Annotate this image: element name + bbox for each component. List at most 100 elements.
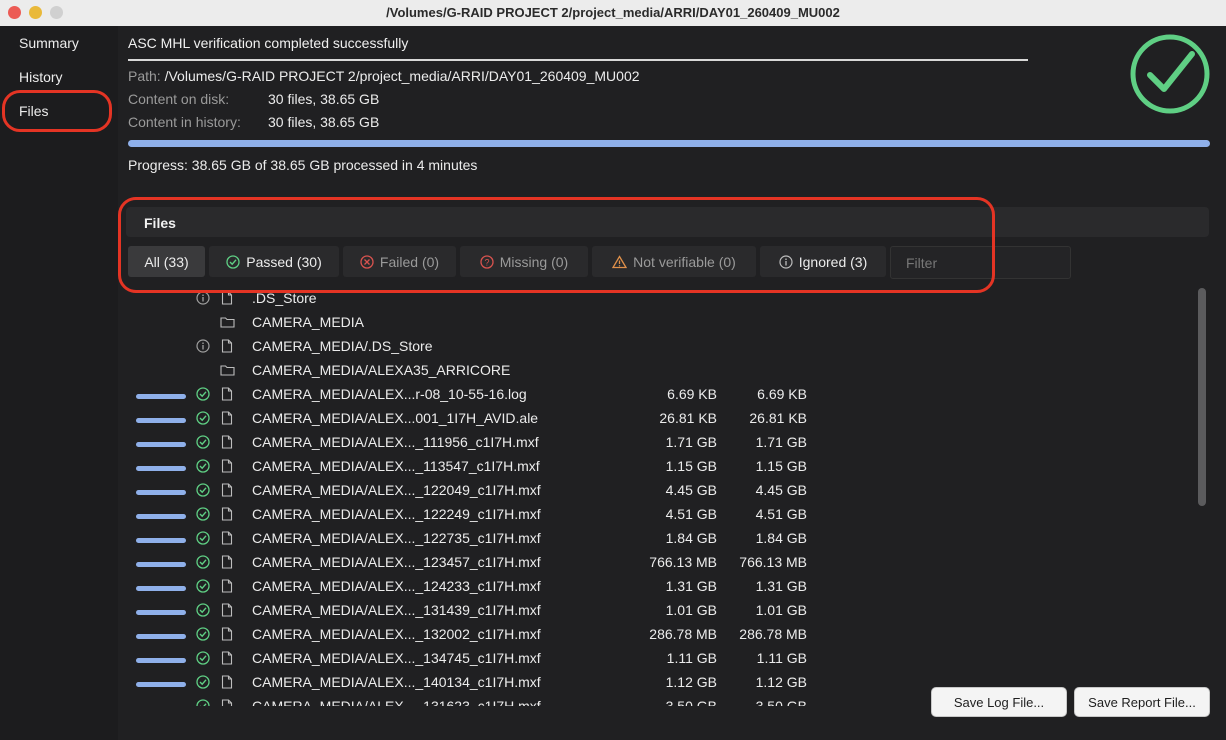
- file-row[interactable]: CAMERA_MEDIA/ALEX..._122249_c1I7H.mxf 4.5…: [118, 504, 1198, 528]
- path-value: /Volumes/G-RAID PROJECT 2/project_media/…: [164, 68, 640, 84]
- file-row[interactable]: CAMERA_MEDIA/ALEX..._123457_c1I7H.mxf 766…: [118, 552, 1198, 576]
- passed-check-icon: [196, 699, 210, 706]
- file-name: CAMERA_MEDIA/ALEX..._122249_c1I7H.mxf: [252, 506, 541, 522]
- list-scrollbar[interactable]: [1198, 288, 1206, 506]
- file-icon: [221, 555, 233, 569]
- file-row[interactable]: .DS_Store: [118, 288, 1198, 312]
- progress-bar: [128, 140, 1210, 147]
- file-row[interactable]: CAMERA_MEDIA: [118, 312, 1198, 336]
- file-size-history: 766.13 MB: [739, 554, 807, 570]
- folder-icon: [220, 365, 235, 376]
- verification-status: ASC MHL verification completed successfu…: [128, 35, 409, 51]
- file-size-history: 26.81 KB: [749, 410, 807, 426]
- file-name: .DS_Store: [252, 290, 317, 306]
- file-name: CAMERA_MEDIA/ALEX..._134745_c1I7H.mxf: [252, 650, 541, 666]
- file-progress-bar: [136, 562, 186, 567]
- file-row[interactable]: CAMERA_MEDIA/ALEX..._132002_c1I7H.mxf 286…: [118, 624, 1198, 648]
- tab-all-label: All (33): [144, 253, 189, 270]
- title-bar: /Volumes/G-RAID PROJECT 2/project_media/…: [0, 0, 1226, 27]
- tab-failed[interactable]: Failed (0): [343, 246, 456, 277]
- file-size-disk: 26.81 KB: [659, 410, 717, 426]
- tab-all[interactable]: All (33): [128, 246, 205, 277]
- file-list: .DS_Store CAMERA_MEDIA CAMERA_MEDIA/.DS_St…: [118, 288, 1198, 706]
- file-name: CAMERA_MEDIA/ALEX..._124233_c1I7H.mxf: [252, 578, 541, 594]
- file-icon: [221, 531, 233, 545]
- passed-check-icon: [196, 651, 210, 665]
- file-row[interactable]: CAMERA_MEDIA/.DS_Store: [118, 336, 1198, 360]
- history-value: 30 files, 38.65 GB: [268, 114, 380, 130]
- save-report-button[interactable]: Save Report File...: [1074, 687, 1210, 717]
- file-size-disk: 286.78 MB: [649, 626, 717, 642]
- disk-value: 30 files, 38.65 GB: [268, 91, 380, 107]
- file-name: CAMERA_MEDIA/ALEX..._113547_c1I7H.mxf: [252, 458, 540, 474]
- file-row[interactable]: CAMERA_MEDIA/ALEX..._122049_c1I7H.mxf 4.4…: [118, 480, 1198, 504]
- success-check-icon: [1130, 34, 1210, 114]
- file-progress-bar: [136, 418, 186, 423]
- file-icon: [221, 699, 233, 706]
- info-icon: [779, 254, 793, 269]
- tab-passed-label: Passed (30): [246, 253, 322, 270]
- sidebar: Summary History Files: [0, 26, 118, 740]
- file-size-history: 4.45 GB: [755, 482, 807, 498]
- file-icon: [221, 627, 233, 641]
- file-icon: [221, 675, 233, 689]
- file-size-disk: 766.13 MB: [649, 554, 717, 570]
- path-label: Path:: [128, 68, 161, 84]
- file-row[interactable]: CAMERA_MEDIA/ALEX..._131439_c1I7H.mxf 1.0…: [118, 600, 1198, 624]
- tab-passed[interactable]: Passed (30): [209, 246, 339, 277]
- file-icon: [221, 339, 233, 353]
- file-row[interactable]: CAMERA_MEDIA/ALEX..._113547_c1I7H.mxf 1.1…: [118, 456, 1198, 480]
- file-name: CAMERA_MEDIA/ALEXA35_ARRICORE: [252, 362, 511, 378]
- file-progress-bar: [136, 634, 186, 639]
- file-row[interactable]: CAMERA_MEDIA/ALEX...r-08_10-55-16.log 6.6…: [118, 384, 1198, 408]
- file-icon: [221, 651, 233, 665]
- file-name: CAMERA_MEDIA/ALEX...001_1I7H_AVID.ale: [252, 410, 539, 426]
- file-row[interactable]: CAMERA_MEDIA/ALEXA35_ARRICORE: [118, 360, 1198, 384]
- file-size-disk: 1.31 GB: [665, 578, 717, 594]
- file-icon: [221, 579, 233, 593]
- sidebar-item-history[interactable]: History: [19, 69, 63, 85]
- file-row[interactable]: CAMERA_MEDIA/ALEX..._111956_c1I7H.mxf 1.7…: [118, 432, 1198, 456]
- file-progress-bar: [136, 682, 186, 687]
- file-icon: [221, 507, 233, 521]
- file-size-history: 1.84 GB: [755, 530, 807, 546]
- file-size-disk: 1.01 GB: [665, 602, 717, 618]
- file-size-history: 6.69 KB: [757, 386, 807, 402]
- tab-ignored[interactable]: Ignored (3): [760, 246, 886, 277]
- warning-icon: [612, 254, 628, 268]
- tab-not-verifiable[interactable]: Not verifiable (0): [592, 246, 756, 277]
- missing-icon: ?: [480, 254, 494, 269]
- file-row[interactable]: CAMERA_MEDIA/ALEX..._122735_c1I7H.mxf 1.8…: [118, 528, 1198, 552]
- file-size-disk: 3.50 GB: [665, 698, 717, 706]
- passed-check-icon: [196, 579, 210, 593]
- save-log-button[interactable]: Save Log File...: [931, 687, 1067, 717]
- files-section-header: Files: [126, 207, 1209, 237]
- file-size-disk: 4.51 GB: [665, 506, 717, 522]
- ignored-info-icon: [196, 291, 210, 305]
- file-progress-bar: [136, 658, 186, 663]
- file-name: CAMERA_MEDIA/ALEX...r-08_10-55-16.log: [252, 386, 527, 402]
- file-size-history: 1.71 GB: [755, 434, 807, 450]
- file-row[interactable]: CAMERA_MEDIA/ALEX...001_1I7H_AVID.ale 26.…: [118, 408, 1198, 432]
- file-icon: [221, 603, 233, 617]
- file-row[interactable]: CAMERA_MEDIA/ALEX..._124233_c1I7H.mxf 1.3…: [118, 576, 1198, 600]
- file-name: CAMERA_MEDIA/ALEX..._131439_c1I7H.mxf: [252, 602, 541, 618]
- file-size-history: 3.50 GB: [755, 698, 807, 706]
- folder-icon: [220, 317, 235, 328]
- file-name: CAMERA_MEDIA: [252, 314, 365, 330]
- file-row[interactable]: CAMERA_MEDIA/ALEX..._134745_c1I7H.mxf 1.1…: [118, 648, 1198, 672]
- passed-check-icon: [196, 555, 210, 569]
- filter-input[interactable]: [891, 247, 1071, 279]
- file-icon: [221, 291, 233, 305]
- files-header-label: Files: [144, 215, 176, 231]
- passed-check-icon: [196, 387, 210, 401]
- file-size-history: 1.01 GB: [755, 602, 807, 618]
- sidebar-item-files[interactable]: Files: [19, 103, 49, 119]
- sidebar-item-summary[interactable]: Summary: [19, 35, 79, 51]
- disk-label: Content on disk:: [128, 91, 230, 107]
- tab-missing[interactable]: ? Missing (0): [460, 246, 588, 277]
- passed-check-icon: [196, 507, 210, 521]
- passed-check-icon: [196, 435, 210, 449]
- file-size-disk: 1.12 GB: [665, 674, 717, 690]
- file-size-history: 1.15 GB: [755, 458, 807, 474]
